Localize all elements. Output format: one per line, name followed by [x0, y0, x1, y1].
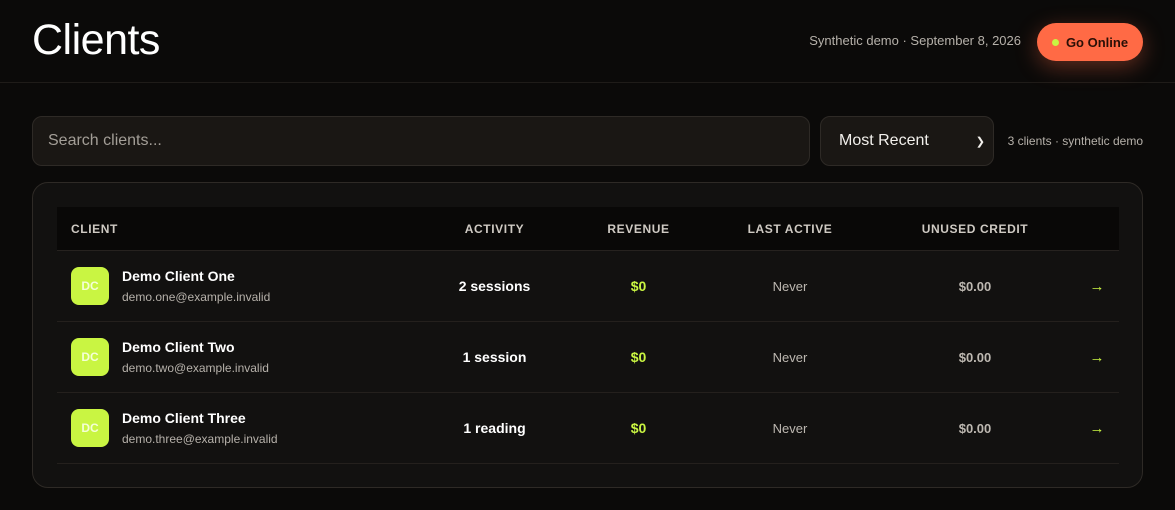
client-info: Demo Client Two demo.two@example.invalid	[122, 339, 269, 375]
client-email: demo.three@example.invalid	[122, 432, 278, 446]
clients-table: CLIENT ACTIVITY REVENUE LAST ACTIVE UNUS…	[57, 207, 1119, 464]
revenue-cell: $0	[630, 349, 647, 365]
client-count: 3 clients · synthetic demo	[1007, 134, 1143, 148]
client-info: Demo Client Three demo.three@example.inv…	[122, 410, 278, 446]
table-header: CLIENT ACTIVITY REVENUE LAST ACTIVE UNUS…	[57, 207, 1119, 251]
chevron-down-icon: ❯	[975, 135, 985, 148]
client-cell: DC Demo Client Two demo.two@example.inva…	[57, 338, 417, 376]
unused-credit-cell: $0.00	[958, 349, 992, 365]
activity-cell: 2 sessions	[458, 278, 531, 294]
last-active-cell: Never	[772, 420, 808, 436]
activity-cell: 1 reading	[463, 420, 526, 436]
table-row[interactable]: DC Demo Client Two demo.two@example.inva…	[57, 322, 1119, 393]
header-meta: Synthetic demo · September 8, 2026	[809, 33, 1021, 48]
unused-credit-cell: $0.00	[958, 420, 992, 436]
go-online-label: Go Online	[1065, 34, 1129, 50]
status-dot-icon	[1051, 38, 1059, 46]
search-input[interactable]	[32, 116, 810, 166]
avatar: DC	[71, 338, 109, 376]
avatar: DC	[71, 267, 109, 305]
client-email: demo.one@example.invalid	[122, 290, 271, 304]
arrow-right-icon[interactable]: →	[1075, 420, 1119, 437]
unused-credit-cell: $0.00	[958, 278, 992, 294]
sort-select-value: Most Recent	[839, 132, 929, 149]
table-row[interactable]: DC Demo Client One demo.one@example.inva…	[57, 251, 1119, 322]
page-header: Clients Synthetic demo · September 8, 20…	[0, 0, 1175, 83]
column-header-activity: ACTIVITY	[464, 221, 525, 236]
column-header-last-active: LAST ACTIVE	[747, 221, 833, 236]
client-name: Demo Client One	[122, 268, 235, 284]
client-cell: DC Demo Client Three demo.three@example.…	[57, 409, 417, 447]
revenue-cell: $0	[630, 420, 647, 436]
client-cell: DC Demo Client One demo.one@example.inva…	[57, 267, 417, 305]
arrow-right-icon[interactable]: →	[1075, 349, 1119, 366]
column-header-unused-credit: UNUSED CREDIT	[921, 221, 1029, 236]
client-name: Demo Client Three	[122, 410, 246, 426]
activity-cell: 1 session	[462, 349, 527, 365]
client-name: Demo Client Two	[122, 339, 235, 355]
client-info: Demo Client One demo.one@example.invalid	[122, 268, 270, 304]
column-header-revenue: REVENUE	[607, 221, 670, 236]
page-title: Clients	[32, 16, 160, 64]
client-email: demo.two@example.invalid	[122, 361, 269, 375]
sort-select[interactable]: Most Recent ❯	[820, 116, 994, 166]
last-active-cell: Never	[772, 278, 808, 294]
go-online-button[interactable]: Go Online	[1037, 23, 1143, 61]
table-row[interactable]: DC Demo Client Three demo.three@example.…	[57, 393, 1119, 464]
revenue-cell: $0	[630, 278, 647, 294]
last-active-cell: Never	[772, 349, 808, 365]
column-header-client: CLIENT	[71, 221, 118, 236]
arrow-right-icon[interactable]: →	[1075, 278, 1119, 295]
avatar: DC	[71, 409, 109, 447]
clients-card: CLIENT ACTIVITY REVENUE LAST ACTIVE UNUS…	[32, 182, 1143, 488]
